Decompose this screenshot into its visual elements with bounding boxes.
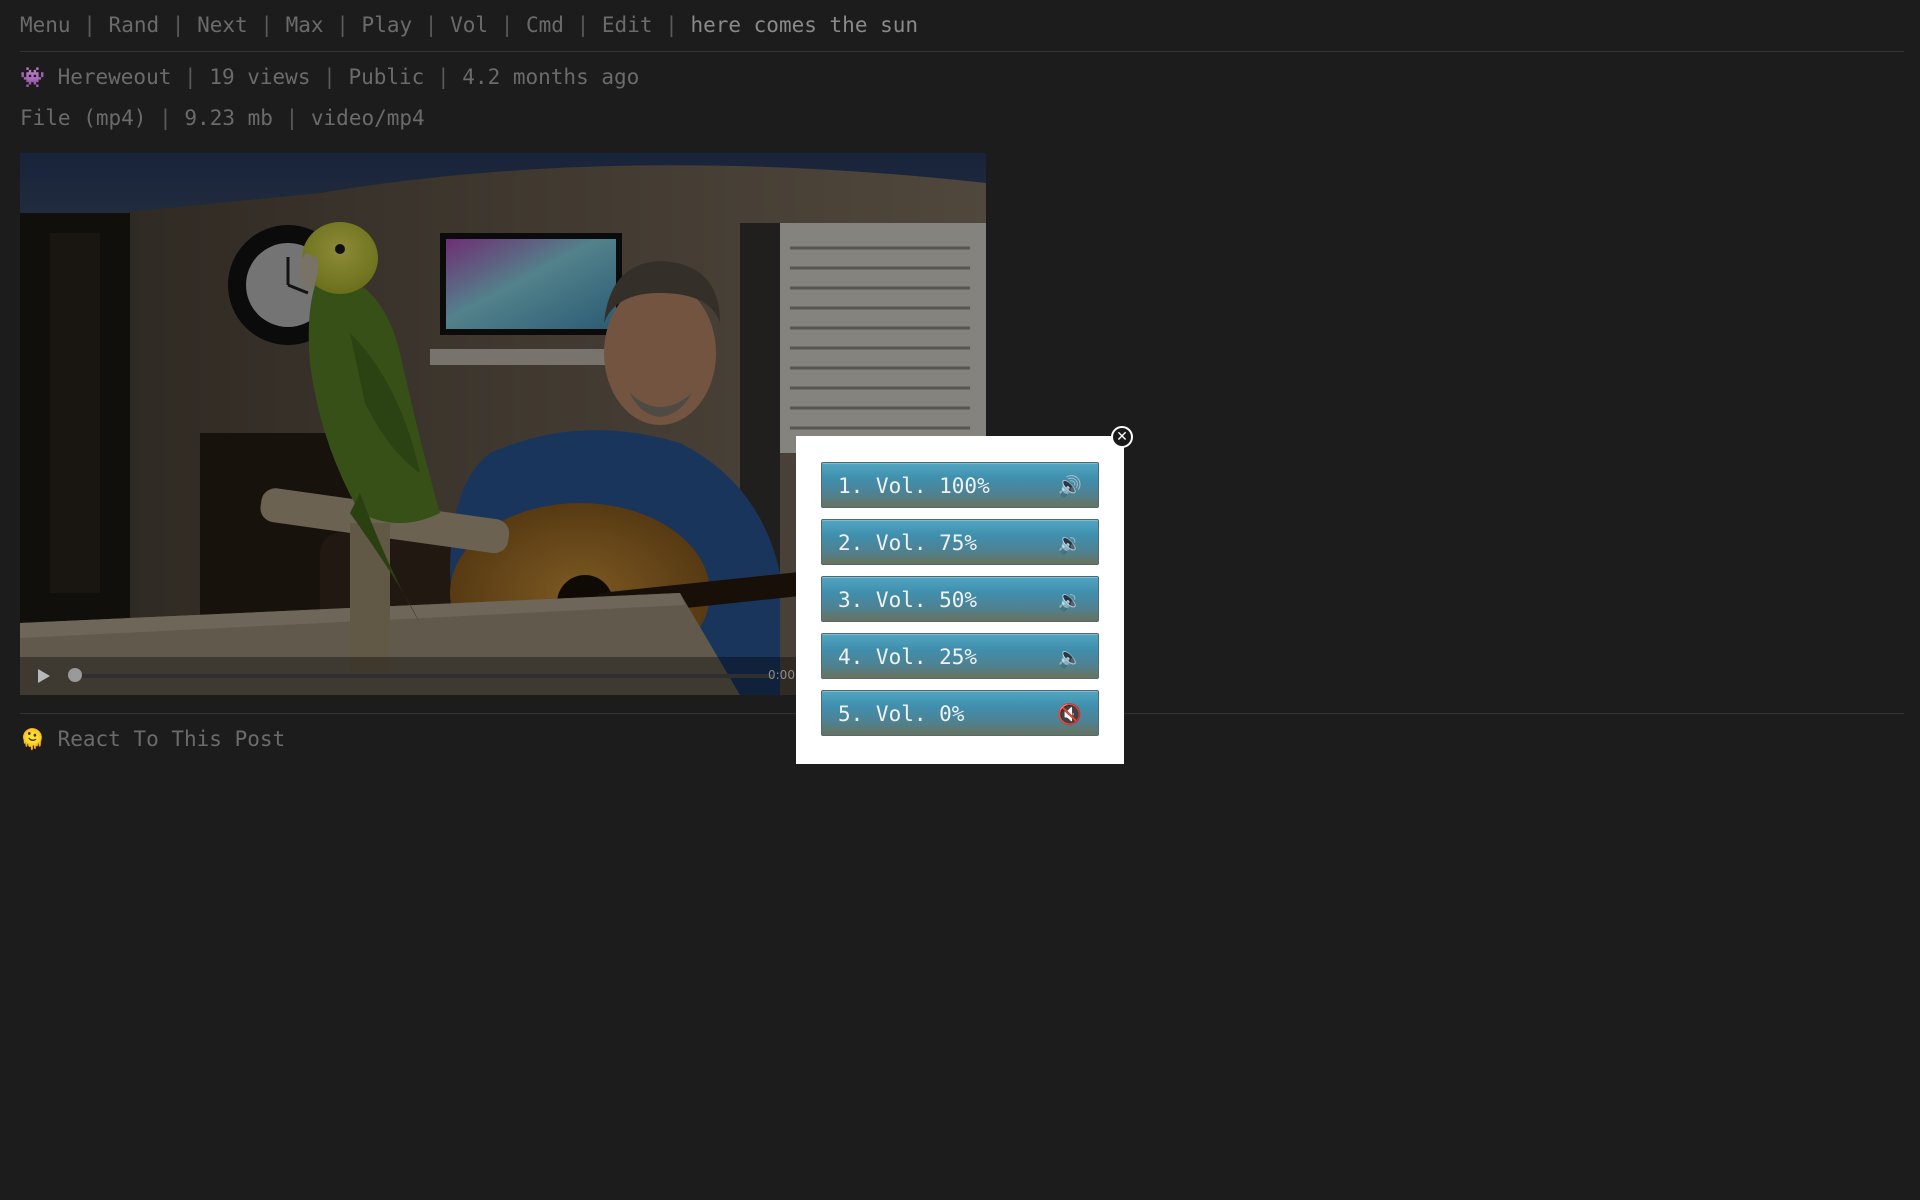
speaker-medium-icon: 🔉	[1057, 531, 1082, 555]
post-title: here comes the sun	[690, 13, 919, 37]
meta-separator: |	[159, 106, 172, 130]
volume-50-button[interactable]: 3. Vol. 50% 🔉	[821, 576, 1099, 622]
speaker-high-icon: 🔊	[1057, 474, 1082, 498]
nav-separator: |	[260, 13, 273, 37]
nav-cmd-link[interactable]: Cmd	[526, 13, 564, 37]
file-info: File (mp4) | 9.23 mb | video/mp4	[20, 104, 425, 132]
speaker-muted-icon: 🔇	[1057, 702, 1082, 726]
view-count: 19 views	[209, 65, 311, 89]
volume-25-button[interactable]: 4. Vol. 25% 🔈	[821, 633, 1099, 679]
top-nav: Menu | Rand | Next | Max | Play | Vol | …	[20, 11, 918, 39]
melting-face-icon: 🫠	[20, 727, 45, 751]
nav-separator: |	[576, 13, 590, 37]
volume-option-label: 3. Vol. 50%	[838, 588, 978, 612]
nav-max-link[interactable]: Max	[286, 13, 324, 37]
post-meta: 👾 Hereweout | 19 views | Public | 4.2 mo…	[20, 63, 639, 91]
meta-separator: |	[436, 65, 450, 89]
file-size: 9.23 mb	[184, 106, 273, 130]
volume-option-label: 4. Vol. 25%	[838, 645, 978, 669]
meta-separator: |	[184, 65, 197, 89]
react-label: React To This Post	[57, 727, 286, 751]
play-icon[interactable]	[38, 669, 50, 683]
mime-type: video/mp4	[310, 106, 425, 130]
file-type-link[interactable]: File (mp4)	[20, 106, 146, 130]
nav-separator: |	[336, 13, 349, 37]
nav-divider	[20, 51, 1904, 52]
nav-vol-link[interactable]: Vol	[450, 13, 488, 37]
nav-separator: |	[83, 13, 96, 37]
visibility-label: Public	[348, 65, 425, 89]
close-icon[interactable]: ✕	[1111, 426, 1133, 448]
nav-separator: |	[171, 13, 185, 37]
nav-edit-link[interactable]: Edit	[602, 13, 653, 37]
nav-separator: |	[500, 13, 514, 37]
volume-option-label: 5. Vol. 0%	[838, 702, 965, 726]
post-age: 4.2 months ago	[462, 65, 640, 89]
nav-next-link[interactable]: Next	[197, 13, 248, 37]
volume-option-label: 2. Vol. 75%	[838, 531, 978, 555]
nav-menu-link[interactable]: Menu	[20, 13, 71, 37]
meta-separator: |	[285, 106, 299, 130]
progress-track[interactable]	[74, 674, 774, 678]
nav-rand-link[interactable]: Rand	[109, 13, 160, 37]
nav-separator: |	[424, 13, 438, 37]
speaker-medium-icon: 🔉	[1057, 588, 1082, 612]
nav-play-link[interactable]: Play	[362, 13, 413, 37]
meta-separator: |	[323, 65, 336, 89]
time-readout: 0:00	[768, 668, 795, 682]
volume-option-label: 1. Vol. 100%	[838, 474, 990, 498]
react-button[interactable]: 🫠 React To This Post	[20, 725, 285, 753]
author-link[interactable]: Hereweout	[58, 65, 172, 89]
progress-thumb[interactable]	[68, 668, 82, 682]
nav-separator: |	[665, 13, 678, 37]
speaker-low-icon: 🔈	[1057, 645, 1082, 669]
page: Menu | Rand | Next | Max | Play | Vol | …	[0, 0, 1920, 1200]
volume-100-button[interactable]: 1. Vol. 100% 🔊	[821, 462, 1099, 508]
volume-75-button[interactable]: 2. Vol. 75% 🔉	[821, 519, 1099, 565]
alien-icon: 👾	[20, 65, 45, 89]
volume-0-button[interactable]: 5. Vol. 0% 🔇	[821, 690, 1099, 736]
